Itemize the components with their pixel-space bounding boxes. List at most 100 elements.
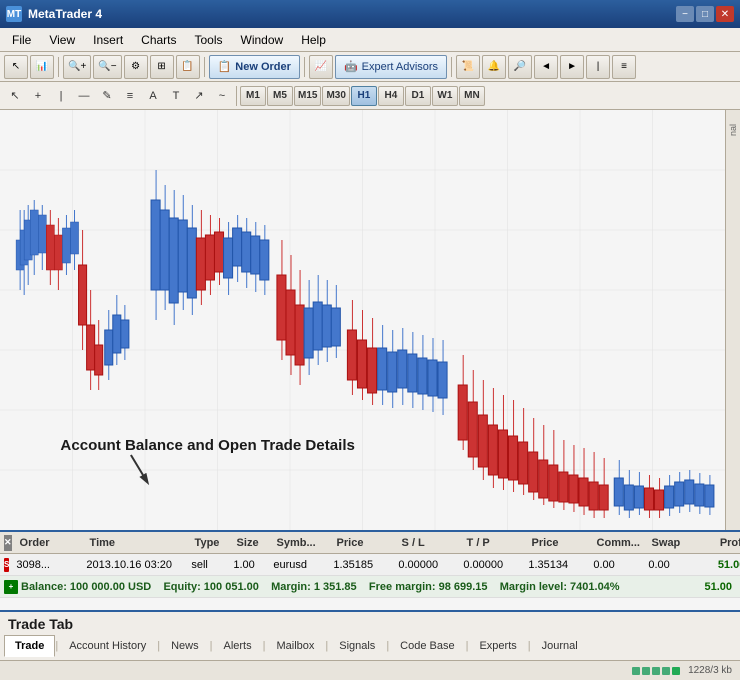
col-symb-header: Symb...	[273, 537, 333, 549]
table-row: S 3098... 2013.10.16 03:20 sell 1.00 eur…	[0, 554, 740, 576]
tb-sep3	[304, 57, 305, 77]
col-type-header: Type	[191, 537, 233, 549]
balance-row: + Balance: 100 000.00 USD Equity: 100 05…	[0, 576, 740, 598]
tab-journal[interactable]: Journal	[531, 635, 589, 657]
arrow-tool-btn[interactable]: ↖	[4, 55, 28, 79]
tf-m15[interactable]: M15	[294, 86, 321, 106]
col-comm-header: Comm...	[593, 537, 648, 549]
col-profit-header: Profit	[698, 537, 740, 549]
expert-advisors-button[interactable]: 🤖 Expert Advisors	[335, 55, 447, 79]
line-btn[interactable]: |	[50, 85, 72, 107]
memory-usage: 1228/3 kb	[688, 665, 732, 676]
tf-m30[interactable]: M30	[322, 86, 349, 106]
menu-charts[interactable]: Charts	[133, 31, 184, 49]
template-btn[interactable]: 📋	[176, 55, 200, 79]
balance-icon: +	[4, 580, 18, 594]
tab-alerts[interactable]: Alerts	[212, 635, 262, 657]
profit-value: 51.00	[694, 559, 740, 571]
menu-file[interactable]: File	[4, 31, 39, 49]
nav-right-btn[interactable]: ►	[560, 55, 584, 79]
tf-h4[interactable]: H4	[378, 86, 404, 106]
tab-mailbox[interactable]: Mailbox	[265, 635, 325, 657]
tab-news[interactable]: News	[160, 635, 210, 657]
tf-h1[interactable]: H1	[351, 86, 377, 106]
title-bar: MT MetaTrader 4 − □ ✕	[0, 0, 740, 28]
label-btn[interactable]: T	[165, 85, 187, 107]
grid-btn[interactable]: ⊞	[150, 55, 174, 79]
properties-btn[interactable]: ⚙	[124, 55, 148, 79]
price2-value: 1.35134	[524, 559, 589, 571]
cursor-btn[interactable]: ↖	[4, 85, 26, 107]
indicator-btn[interactable]: 📈	[309, 55, 333, 79]
main-area: Account Balance and Open Trade Details n…	[0, 110, 740, 530]
menu-help[interactable]: Help	[293, 31, 334, 49]
parallel-btn[interactable]: ≡	[119, 85, 141, 107]
zoom-in-btn[interactable]: 🔍+	[63, 55, 91, 79]
svg-text:Account Balance and Open Trade: Account Balance and Open Trade Details	[60, 437, 355, 454]
menu-tools[interactable]: Tools	[187, 31, 231, 49]
status-dot3	[652, 667, 660, 675]
fib-btn[interactable]: ~	[211, 85, 233, 107]
tb-sep1	[58, 57, 59, 77]
text-btn[interactable]: A	[142, 85, 164, 107]
tf-m5[interactable]: M5	[267, 86, 293, 106]
tf-w1[interactable]: W1	[432, 86, 458, 106]
side-panel: nal	[725, 110, 740, 530]
tab-experts[interactable]: Experts	[468, 635, 527, 657]
status-dot5	[672, 667, 680, 675]
symbol-value: eurusd	[269, 559, 329, 571]
more-btn[interactable]: ≡	[612, 55, 636, 79]
nav-left-btn[interactable]: ◄	[534, 55, 558, 79]
col-price-header: Price	[333, 537, 398, 549]
sl-value: 0.00000	[394, 559, 459, 571]
tf-m1[interactable]: M1	[240, 86, 266, 106]
zoom-out-btn[interactable]: 🔍−	[93, 55, 121, 79]
tab-codebase[interactable]: Code Base	[389, 635, 465, 657]
trade-tab-label: Trade Tab	[8, 616, 73, 632]
comm-value: 0.00	[589, 559, 644, 571]
time-value: 2013.10.16 03:20	[82, 559, 187, 571]
tab-signals[interactable]: Signals	[328, 635, 386, 657]
panel-close-btn[interactable]: ✕	[4, 535, 12, 551]
status-dot2	[642, 667, 650, 675]
tf-d1[interactable]: D1	[405, 86, 431, 106]
tab-account-history[interactable]: Account History	[58, 635, 157, 657]
sell-icon: S	[4, 558, 9, 572]
crosshair-btn[interactable]: +	[27, 85, 49, 107]
expert-icon: 🤖	[344, 60, 358, 73]
zoom-chart-btn[interactable]: 🔎	[508, 55, 532, 79]
tab-trade[interactable]: Trade	[4, 635, 55, 657]
menu-window[interactable]: Window	[233, 31, 292, 49]
new-order-button[interactable]: 📋 New Order	[209, 55, 300, 79]
menu-view[interactable]: View	[41, 31, 83, 49]
toolbar2: ↖ + | — ✎ ≡ A T ↗ ~ M1 M5 M15 M30 H1 H4 …	[0, 82, 740, 110]
order-value: 3098...	[12, 559, 82, 571]
period-sep-btn[interactable]: |	[586, 55, 610, 79]
close-button[interactable]: ✕	[716, 6, 734, 22]
col-order-header: Order	[16, 537, 86, 549]
chart-area[interactable]: Account Balance and Open Trade Details	[0, 110, 725, 530]
draw-btn[interactable]: ✎	[96, 85, 118, 107]
trade-table-header: ✕ Order Time Type Size Symb... Price S /…	[0, 532, 740, 554]
minimize-button[interactable]: −	[676, 6, 694, 22]
history-btn[interactable]: 📜	[456, 55, 480, 79]
hline-btn[interactable]: —	[73, 85, 95, 107]
new-order-label: New Order	[235, 61, 291, 73]
maximize-button[interactable]: □	[696, 6, 714, 22]
alert-btn[interactable]: 🔔	[482, 55, 506, 79]
status-indicator	[632, 667, 680, 675]
menu-insert[interactable]: Insert	[85, 31, 131, 49]
balance-text: Balance: 100 000.00 USD Equity: 100 051.…	[21, 581, 681, 593]
tb2-sep1	[236, 86, 237, 106]
tb-sep2	[204, 57, 205, 77]
new-chart-btn[interactable]: 📊	[30, 55, 54, 79]
col-price2-header: Price	[528, 537, 593, 549]
tf-mn[interactable]: MN	[459, 86, 485, 106]
price-value: 1.35185	[329, 559, 394, 571]
status-dot4	[662, 667, 670, 675]
balance-profit: 51.00	[681, 581, 736, 593]
side-panel-label: nal	[728, 124, 738, 136]
arrow-btn[interactable]: ↗	[188, 85, 210, 107]
status-dot1	[632, 667, 640, 675]
status-bar: 1228/3 kb	[0, 660, 740, 680]
